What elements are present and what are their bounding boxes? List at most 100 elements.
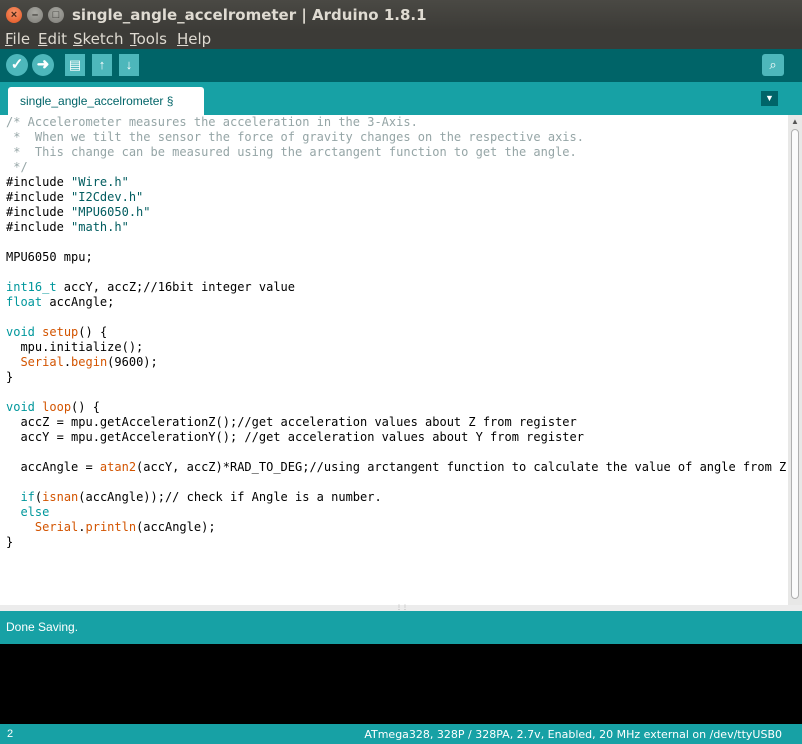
code-token: println: [85, 520, 137, 534]
save-sketch-button[interactable]: ↓: [119, 54, 139, 76]
status-message: Done Saving.: [6, 620, 79, 634]
code-token: .: [63, 355, 72, 369]
code-line[interactable]: [6, 265, 788, 280]
code-line[interactable]: MPU6050 mpu;: [6, 250, 788, 265]
code-token: () {: [71, 400, 100, 414]
code-line[interactable]: [6, 235, 788, 250]
code-line[interactable]: /* Accelerometer measures the accelerati…: [6, 115, 788, 130]
code-token: void: [6, 325, 35, 339]
menu-tools-label: ools: [136, 30, 167, 48]
code-token: else: [20, 505, 50, 519]
code-token: * This change can be measured using the …: [6, 145, 577, 159]
code-line[interactable]: Serial.println(accAngle);: [6, 520, 788, 535]
code-token: loop: [42, 400, 72, 414]
window-title: single_angle_accelrometer | Arduino 1.8.…: [72, 6, 427, 24]
code-area[interactable]: /* Accelerometer measures the accelerati…: [6, 115, 788, 550]
chevron-down-icon: ▼: [765, 93, 774, 103]
code-editor[interactable]: /* Accelerometer measures the accelerati…: [0, 115, 788, 605]
new-sketch-button[interactable]: ▤: [65, 54, 85, 76]
code-token: if: [20, 490, 35, 504]
code-line[interactable]: * This change can be measured using the …: [6, 145, 788, 160]
arrow-down-icon: ↓: [125, 57, 133, 72]
tab-bar: single_angle_accelrometer § ▼: [0, 82, 802, 115]
code-line[interactable]: void loop() {: [6, 400, 788, 415]
code-line[interactable]: }: [6, 370, 788, 385]
menu-bar: File Edit Sketch Tools Help: [0, 30, 802, 49]
upload-button[interactable]: ➜: [32, 54, 54, 76]
menu-file-label: ile: [12, 30, 31, 48]
code-line[interactable]: }: [6, 535, 788, 550]
editor-scrollbar[interactable]: ▲: [788, 115, 802, 605]
code-token: //16bit integer value: [143, 280, 295, 294]
tab-sketch[interactable]: single_angle_accelrometer §: [8, 87, 204, 115]
code-line[interactable]: #include "I2Cdev.h": [6, 190, 788, 205]
code-token: Serial: [20, 355, 64, 369]
close-window-button[interactable]: ×: [6, 7, 22, 23]
code-line[interactable]: * When we tilt the sensor the force of g…: [6, 130, 788, 145]
menu-tools[interactable]: Tools: [130, 30, 167, 48]
checkmark-icon: ✓: [10, 56, 24, 73]
code-line[interactable]: #include "Wire.h": [6, 175, 788, 190]
code-token: accY, accZ;: [56, 280, 144, 294]
verify-button[interactable]: ✓: [6, 54, 28, 76]
status-bar: Done Saving.: [0, 611, 802, 642]
title-bar: × – □ single_angle_accelrometer | Arduin…: [0, 0, 802, 30]
menu-sketch-label: ketch: [82, 30, 124, 48]
code-token: * When we tilt the sensor the force of g…: [6, 130, 584, 144]
code-line[interactable]: int16_t accY, accZ;//16bit integer value: [6, 280, 788, 295]
menu-help[interactable]: Help: [177, 30, 211, 48]
code-token: (accY, accZ)*RAD_TO_DEG;//using arctange…: [136, 460, 788, 474]
code-token: (accAngle));// check if Angle is a numbe…: [78, 490, 382, 504]
code-token: accZ = mpu.getAccelerationZ();//get acce…: [6, 415, 577, 429]
code-line[interactable]: #include "math.h": [6, 220, 788, 235]
maximize-window-button[interactable]: □: [48, 7, 64, 23]
code-token: int16_t: [6, 280, 57, 294]
code-token: atan2: [99, 460, 137, 474]
board-info: ATmega328, 328P / 328PA, 2.7v, Enabled, …: [364, 728, 782, 741]
code-token: Serial: [34, 520, 79, 534]
code-line[interactable]: [6, 445, 788, 460]
code-line[interactable]: accY = mpu.getAccelerationY(); //get acc…: [6, 430, 788, 445]
serial-monitor-button[interactable]: ⌕: [762, 54, 784, 76]
menu-help-accelerator: H: [177, 30, 189, 48]
code-line[interactable]: #include "MPU6050.h": [6, 205, 788, 220]
code-token: accY = mpu.getAccelerationY(); //get acc…: [6, 430, 584, 444]
menu-edit[interactable]: Edit: [38, 30, 67, 48]
menu-tools-accelerator: T: [130, 30, 137, 48]
menu-sketch[interactable]: Sketch: [73, 30, 124, 48]
menu-file[interactable]: File: [5, 30, 30, 48]
code-token: #include: [6, 205, 72, 219]
line-number: 2: [7, 728, 14, 740]
code-line[interactable]: */: [6, 160, 788, 175]
code-line[interactable]: if(isnan(accAngle));// check if Angle is…: [6, 490, 788, 505]
code-line[interactable]: else: [6, 505, 788, 520]
code-line[interactable]: [6, 385, 788, 400]
console-output[interactable]: [0, 642, 802, 724]
code-token: (9600);: [107, 355, 158, 369]
code-line[interactable]: accZ = mpu.getAccelerationZ();//get acce…: [6, 415, 788, 430]
code-line[interactable]: [6, 475, 788, 490]
tab-menu-button[interactable]: ▼: [761, 91, 778, 106]
arrow-right-icon: ➜: [36, 56, 50, 73]
code-token: "math.h": [71, 220, 129, 234]
code-token: float: [6, 295, 43, 309]
toolbar: ✓ ➜ ▤ ↑ ↓ ⌕: [0, 49, 802, 82]
code-token: }: [6, 535, 14, 549]
code-line[interactable]: Serial.begin(9600);: [6, 355, 788, 370]
scroll-up-icon[interactable]: ▲: [788, 115, 802, 129]
scroll-thumb[interactable]: [791, 129, 799, 599]
code-line[interactable]: void setup() {: [6, 325, 788, 340]
minimize-window-button[interactable]: –: [27, 7, 43, 23]
code-line[interactable]: mpu.initialize();: [6, 340, 788, 355]
code-token: MPU6050 mpu;: [6, 250, 93, 264]
code-line[interactable]: float accAngle;: [6, 295, 788, 310]
menu-file-accelerator: F: [5, 30, 13, 48]
code-token: () {: [78, 325, 108, 339]
code-token: "I2Cdev.h": [71, 190, 144, 204]
code-line[interactable]: [6, 310, 788, 325]
code-line[interactable]: accAngle = atan2(accY, accZ)*RAD_TO_DEG;…: [6, 460, 788, 475]
open-sketch-button[interactable]: ↑: [92, 54, 112, 76]
